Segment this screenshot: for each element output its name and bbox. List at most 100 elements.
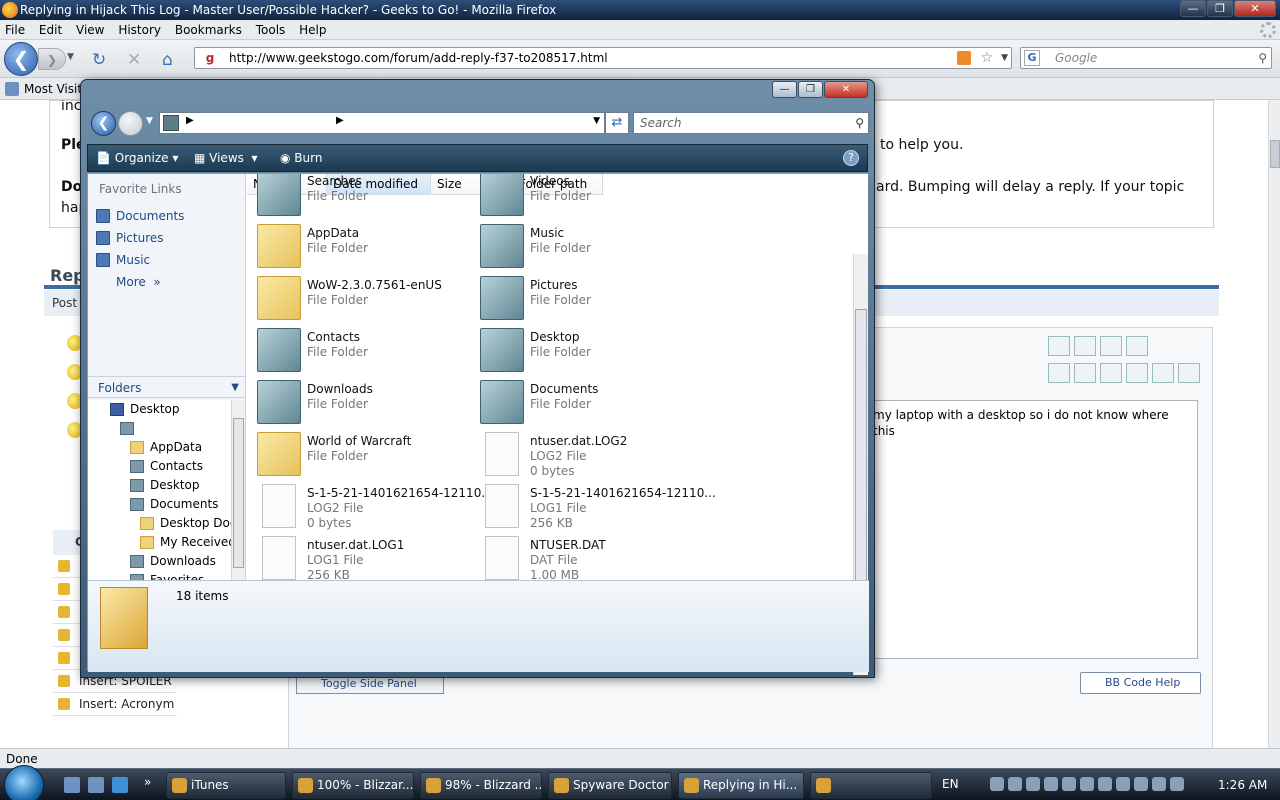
reload-icon[interactable]: ↻: [92, 50, 106, 70]
menu-view[interactable]: View: [71, 20, 109, 40]
page-scrollbar[interactable]: [1268, 100, 1280, 748]
tree-item[interactable]: Downloads: [130, 552, 216, 571]
align-right-icon[interactable]: [1126, 363, 1148, 383]
file-item[interactable]: Downloads File Folder: [257, 380, 477, 432]
tree-item[interactable]: Desktop: [130, 476, 200, 495]
tray-icon[interactable]: [1098, 777, 1112, 791]
favorite-documents[interactable]: Documents: [96, 207, 184, 225]
indent-icon[interactable]: [1048, 363, 1070, 383]
url-input[interactable]: g http://www.geekstogo.com/forum/add-rep…: [194, 47, 1012, 69]
bullet-list-icon[interactable]: [1178, 363, 1200, 383]
explorer-minimize-button[interactable]: —: [772, 81, 797, 98]
folder-tree-scroll-thumb[interactable]: [233, 418, 244, 568]
volume-icon[interactable]: [1170, 777, 1184, 791]
explorer-maximize-button[interactable]: ❐: [798, 81, 823, 98]
breadcrumb-arrow-icon[interactable]: ▶: [336, 115, 344, 126]
tray-icon[interactable]: [1044, 777, 1058, 791]
file-item[interactable]: Contacts File Folder: [257, 328, 477, 380]
clock[interactable]: 1:26 AM: [1218, 769, 1267, 800]
home-icon[interactable]: ⌂: [162, 50, 173, 70]
burn-button[interactable]: ◉ Burn: [280, 145, 322, 172]
tray-icon[interactable]: [1026, 777, 1040, 791]
breadcrumb-arrow-icon[interactable]: ▶: [186, 115, 194, 126]
explorer-search-input[interactable]: Search ⚲: [633, 112, 869, 134]
file-item[interactable]: Documents File Folder: [480, 380, 700, 432]
file-item[interactable]: S-1-5-21-1401621654-12110... LOG1 File 256…: [480, 484, 716, 536]
search-icon[interactable]: ⚲: [855, 113, 864, 133]
menu-bookmarks[interactable]: Bookmarks: [170, 20, 247, 40]
insert-acronym[interactable]: Insert: Acronym: [53, 693, 177, 716]
tray-icon[interactable]: [1152, 777, 1166, 791]
tray-icon[interactable]: [990, 777, 1004, 791]
file-item[interactable]: S-1-5-21-1401621654-12110... LOG2 File 0 b…: [257, 484, 493, 536]
recent-pages-dropdown-icon[interactable]: ▼: [146, 116, 153, 126]
menu-help[interactable]: Help: [294, 20, 331, 40]
help-icon[interactable]: ?: [843, 150, 859, 166]
folders-header[interactable]: Folders ▼: [88, 376, 245, 398]
taskbar-button[interactable]: Spyware Doctor: [548, 772, 672, 799]
tree-item[interactable]: Documents: [130, 495, 218, 514]
tray-icon[interactable]: [1134, 777, 1148, 791]
numbered-list-icon[interactable]: [1152, 363, 1174, 383]
menu-file[interactable]: File: [0, 20, 30, 40]
taskbar-button[interactable]: [810, 772, 932, 799]
switch-mode-icon[interactable]: [1126, 336, 1148, 356]
search-icon[interactable]: ⚲: [1258, 48, 1267, 68]
bb-code-help-button[interactable]: BB Code Help: [1080, 672, 1201, 694]
url-dropdown-icon[interactable]: ▼: [1001, 48, 1008, 68]
minimize-button[interactable]: —: [1180, 0, 1206, 17]
rss-feed-icon[interactable]: [957, 51, 971, 65]
show-desktop-icon[interactable]: [64, 777, 80, 793]
file-item[interactable]: AppData File Folder: [257, 224, 477, 276]
page-scroll-thumb[interactable]: [1270, 140, 1280, 168]
back-button[interactable]: ❮: [4, 42, 38, 76]
explorer-close-button[interactable]: ✕: [824, 81, 868, 98]
file-item[interactable]: Searches File Folder: [257, 174, 477, 224]
organize-button[interactable]: 📄 Organize ▾: [96, 145, 178, 172]
tray-icon[interactable]: [1080, 777, 1094, 791]
redo-icon[interactable]: [1074, 336, 1096, 356]
quick-launch-more-icon[interactable]: »: [144, 775, 151, 789]
maximize-button[interactable]: ❐: [1207, 0, 1233, 17]
tree-item[interactable]: Contacts: [130, 457, 203, 476]
views-button[interactable]: ▦ Views ▾: [194, 145, 258, 172]
explorer-back-button[interactable]: ❮: [91, 111, 116, 136]
tree-item[interactable]: Desktop Doc: [140, 514, 231, 533]
switch-windows-icon[interactable]: [88, 777, 104, 793]
taskbar-button[interactable]: iTunes: [166, 772, 286, 799]
forward-button[interactable]: ❯: [38, 48, 66, 70]
search-engine-icon[interactable]: G: [1024, 50, 1040, 66]
bookmark-star-icon[interactable]: ☆: [980, 48, 993, 68]
resize-icon[interactable]: [1100, 336, 1122, 356]
address-dropdown-icon[interactable]: ▼: [593, 116, 600, 126]
file-item[interactable]: Music File Folder: [480, 224, 700, 276]
stop-icon[interactable]: ✕: [127, 50, 141, 70]
file-item[interactable]: ntuser.dat.LOG1 LOG1 File 256 KB: [257, 536, 477, 580]
taskbar-button[interactable]: Replying in Hi...: [678, 772, 804, 799]
file-item[interactable]: ntuser.dat.LOG2 LOG2 File 0 bytes: [480, 432, 700, 484]
tree-item[interactable]: My Received: [140, 533, 231, 552]
search-input[interactable]: G Google ⚲: [1020, 47, 1272, 69]
favorite-pictures[interactable]: Pictures: [96, 229, 164, 247]
tray-icon[interactable]: [1062, 777, 1076, 791]
undo-icon[interactable]: [1048, 336, 1070, 356]
file-item[interactable]: NTUSER.DAT DAT File 1.00 MB: [480, 536, 700, 580]
tray-icon[interactable]: [1008, 777, 1022, 791]
explorer-forward-button[interactable]: [118, 111, 143, 136]
start-button[interactable]: [4, 765, 44, 800]
file-item[interactable]: Desktop File Folder: [480, 328, 700, 380]
align-center-icon[interactable]: [1100, 363, 1122, 383]
file-item[interactable]: WoW-2.3.0.7561-enUS File Folder: [257, 276, 477, 328]
history-dropdown-icon[interactable]: ▼: [67, 52, 74, 62]
menu-edit[interactable]: Edit: [34, 20, 67, 40]
taskbar-button[interactable]: 100% - Blizzar...: [292, 772, 414, 799]
align-left-icon[interactable]: [1074, 363, 1096, 383]
close-button[interactable]: ✕: [1234, 0, 1276, 17]
reply-textarea[interactable]: my laptop with a desktop so i do not kno…: [862, 400, 1198, 659]
explorer-refresh-button[interactable]: ⇄: [605, 112, 629, 134]
menu-tools[interactable]: Tools: [251, 20, 291, 40]
language-indicator[interactable]: EN: [942, 777, 959, 791]
tree-item[interactable]: AppData: [130, 438, 202, 457]
explorer-address-bar[interactable]: ▶ ▶ ▼: [159, 112, 605, 134]
favorite-more[interactable]: More »: [96, 273, 161, 291]
